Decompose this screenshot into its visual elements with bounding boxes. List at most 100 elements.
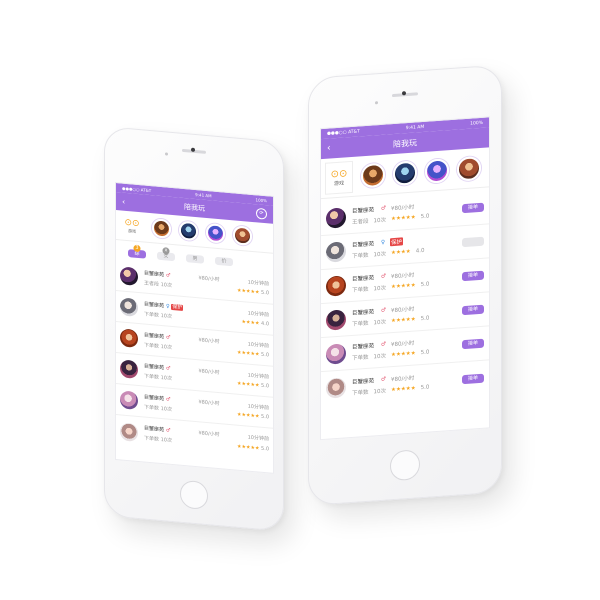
- accept-order-button-disabled[interactable]: [462, 236, 484, 248]
- avatar: [326, 377, 346, 399]
- player-count: 10次: [160, 405, 172, 413]
- player-time: 10分钟前: [247, 403, 269, 411]
- player-name: 巨蟹座苑: [144, 393, 165, 402]
- rating-score: 5.0: [261, 351, 269, 359]
- chip-badge: x: [162, 247, 170, 255]
- filter-chip[interactable]: 综 3: [128, 244, 146, 259]
- sensor-dot: [165, 152, 168, 156]
- player-count: 10次: [373, 217, 387, 225]
- player-name: 巨蟹座苑: [144, 425, 165, 434]
- back-arrow-icon[interactable]: ‹: [122, 197, 125, 206]
- filter-chip[interactable]: 价: [215, 256, 233, 267]
- back-arrow-icon[interactable]: ‹: [327, 143, 331, 153]
- gender-icon: ♂: [381, 341, 386, 348]
- strip-avatar[interactable]: [233, 225, 252, 246]
- rating-score: 5.0: [261, 289, 269, 297]
- strip-avatar[interactable]: [393, 159, 417, 186]
- player-rank: 下单数: [144, 435, 160, 443]
- game-tab[interactable]: ⊙⊙ 游戏: [325, 160, 353, 195]
- strip-avatar[interactable]: [425, 157, 449, 184]
- game-tab-label: 游戏: [333, 179, 344, 187]
- player-price: ¥80/小时: [198, 398, 220, 407]
- player-rank: 下单数: [352, 389, 369, 397]
- avatar: [120, 390, 138, 410]
- avatar: [326, 274, 346, 297]
- player-rank: 下单数: [352, 286, 369, 294]
- player-count: 10次: [160, 436, 172, 444]
- rating-score: 5.0: [420, 315, 430, 323]
- player-time: 10分钟前: [247, 434, 269, 443]
- accept-order-button[interactable]: 接单: [462, 202, 484, 214]
- player-price: ¥80/小时: [390, 204, 415, 213]
- gender-icon: ♂: [166, 364, 171, 372]
- rating-stars: ★★★★★: [391, 384, 416, 393]
- player-time: 10分钟前: [247, 279, 269, 287]
- gender-icon: ♂: [381, 376, 386, 383]
- filter-chip[interactable]: 女 x: [157, 247, 175, 262]
- gender-icon: ♂: [381, 205, 386, 212]
- battery-text: 100%: [470, 120, 483, 127]
- rating-stars: ★★★★: [391, 248, 411, 257]
- accept-order-button[interactable]: 接单: [462, 338, 484, 350]
- list-item-info: 巨蟹座苑 ♂ ¥80/小时 10分钟前 下单数 10次 ★★★★★ 5.0: [144, 393, 269, 421]
- player-price: ¥80/小时: [198, 430, 220, 439]
- strip-avatar[interactable]: [179, 220, 198, 242]
- home-button[interactable]: [180, 479, 208, 511]
- page-title: 陪我玩: [184, 202, 205, 213]
- accept-order-button[interactable]: 接单: [462, 304, 484, 316]
- screen-left: ●●●○○ AT&T 9:41 AM 100% ‹ 陪我玩 ⟳ ⊙⊙ 游戏 综 …: [115, 181, 274, 474]
- clock-text: 9:41 AM: [405, 124, 425, 131]
- player-price: ¥80/小时: [390, 306, 415, 315]
- player-rank: 王者段: [352, 218, 369, 226]
- list-item-info: 巨蟹座苑 ♂ ¥80/小时 王者段 10次 ★★★★★ 5.0: [352, 199, 462, 226]
- rating-score: 5.0: [261, 413, 269, 421]
- player-rank: 下单数: [144, 372, 160, 381]
- filter-chip[interactable]: 男: [186, 254, 204, 264]
- page-title: 陪我玩: [393, 137, 417, 149]
- refresh-icon[interactable]: ⟳: [256, 207, 267, 220]
- player-name: 巨蟹座苑: [352, 377, 375, 386]
- player-rank: 王者段: [144, 279, 160, 288]
- player-rank: 下单数: [144, 341, 160, 350]
- rating-stars: ★★★★★: [391, 214, 416, 223]
- phone-left: ●●●○○ AT&T 9:41 AM 100% ‹ 陪我玩 ⟳ ⊙⊙ 游戏 综 …: [104, 126, 284, 532]
- avatar: [120, 328, 138, 348]
- player-count: 10次: [373, 353, 387, 361]
- avatar: [120, 421, 138, 442]
- strip-avatar[interactable]: [206, 222, 225, 244]
- player-name: 巨蟹座苑: [352, 207, 375, 215]
- player-count: 10次: [373, 319, 387, 327]
- clock-text: 9:41 AM: [195, 191, 212, 199]
- accept-order-button[interactable]: 接单: [462, 270, 484, 282]
- strip-avatar[interactable]: [457, 155, 481, 182]
- player-price: ¥80/小时: [198, 336, 220, 345]
- player-rank: 下单数: [352, 252, 369, 260]
- rating-stars: ★★★★★: [391, 282, 416, 291]
- player-rank: 下单数: [352, 354, 369, 362]
- avatar: [326, 308, 346, 331]
- home-button[interactable]: [390, 449, 420, 482]
- player-name: 巨蟹座苑: [144, 331, 165, 340]
- rating-score: 4.0: [261, 320, 269, 328]
- player-count: 10次: [160, 281, 172, 289]
- gender-icon: ♂: [381, 273, 386, 280]
- gender-icon: ♂: [381, 307, 386, 314]
- player-name: 巨蟹座苑: [144, 269, 165, 278]
- player-time: 10分钟前: [247, 372, 269, 380]
- rating-score: 5.0: [420, 384, 430, 391]
- guard-tag: 保护: [390, 237, 404, 247]
- list-item-info: 巨蟹座苑 ♂ ¥80/小时 下单数 10次 ★★★★★ 5.0: [352, 267, 462, 294]
- game-tab[interactable]: ⊙⊙ 游戏: [120, 212, 144, 240]
- strip-avatar[interactable]: [361, 162, 385, 188]
- accept-order-button[interactable]: 接单: [462, 373, 484, 384]
- player-time: 10分钟前: [247, 310, 269, 318]
- rating-stars: ★★★★★: [237, 443, 260, 452]
- strip-avatar[interactable]: [152, 218, 171, 239]
- rating-stars: ★★★★★: [391, 316, 416, 325]
- rating-score: 5.0: [420, 349, 430, 357]
- list-item-info: 巨蟹座苑 ♂ ¥80/小时 下单数 10次 ★★★★★ 5.0: [352, 335, 462, 362]
- rating-stars: ★★★★★: [237, 411, 260, 420]
- player-name: 巨蟹座苑: [352, 241, 375, 249]
- gender-icon: ♂: [166, 395, 171, 403]
- chip-label: 价: [221, 258, 227, 265]
